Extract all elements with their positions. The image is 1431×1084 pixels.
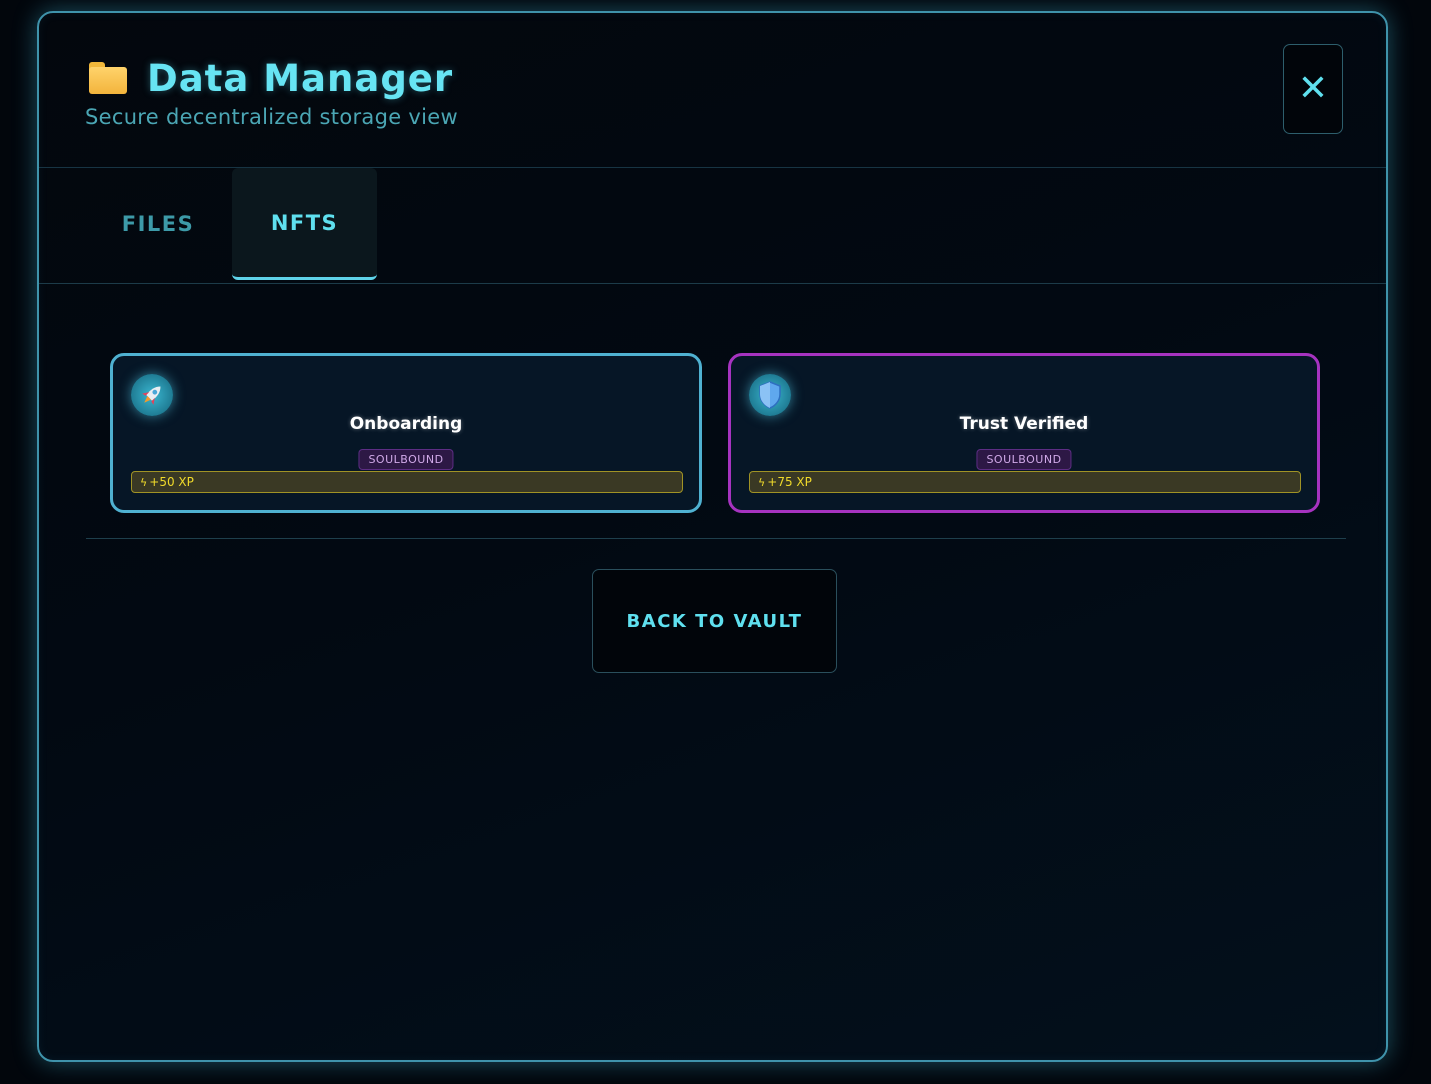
lightning-icon: ϟ [758,475,766,489]
title-row: Data Manager [89,57,453,100]
lightning-icon: ϟ [140,475,148,489]
page-subtitle: Secure decentralized storage view [85,105,458,129]
xp-value: +75 XP [767,475,812,489]
page-title: Data Manager [147,57,454,100]
modal-header: Data Manager Secure decentralized storag… [39,13,1386,168]
nft-card-onboarding[interactable]: Onboarding SOULBOUND ϟ +50 XP [110,353,702,513]
close-icon: ✕ [1297,68,1329,109]
back-to-vault-button[interactable]: BACK TO VAULT [592,569,837,673]
nft-name: Trust Verified [959,414,1089,434]
shield-icon [749,374,791,416]
folder-icon [89,61,127,96]
xp-value: +50 XP [149,475,194,489]
tab-nfts[interactable]: NFTS [232,168,377,280]
nft-card-trust-verified[interactable]: Trust Verified SOULBOUND ϟ +75 XP [728,353,1320,513]
xp-bar: ϟ +50 XP [131,471,683,493]
divider [86,538,1346,539]
xp-bar: ϟ +75 XP [749,471,1301,493]
tab-bar: FILES NFTS [39,168,1386,284]
soulbound-badge: SOULBOUND [976,449,1072,470]
tab-files[interactable]: FILES [87,168,229,280]
data-manager-modal: Data Manager Secure decentralized storag… [37,11,1388,1062]
nft-name: Onboarding [349,414,463,434]
soulbound-badge: SOULBOUND [358,449,454,470]
rocket-icon [131,374,173,416]
close-button[interactable]: ✕ [1283,44,1343,134]
